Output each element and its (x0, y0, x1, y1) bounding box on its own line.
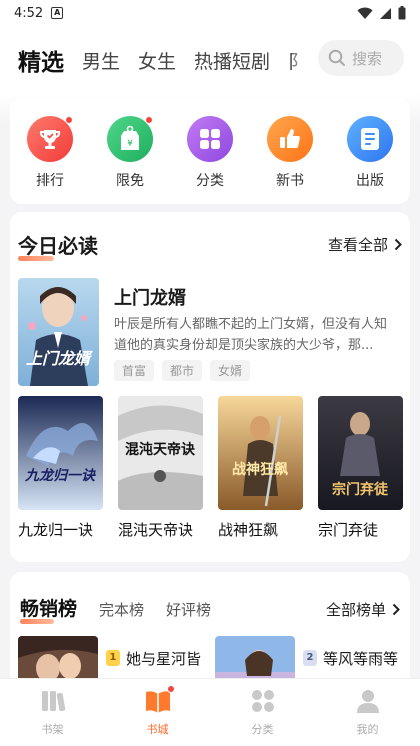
bookshelf-icon (41, 691, 65, 712)
ranking-book-name: 她与星河皆 (126, 650, 202, 668)
nav-label: 书城 (146, 723, 169, 736)
search-placeholder: 搜索 (352, 49, 383, 68)
featured-book-description: 叶辰是所有人都瞧不起的上门女婿，但没有人知道他的真实身份却是顶尖家族的大少爷，那… (114, 317, 388, 353)
quick-icon-bg (267, 116, 313, 162)
tab-bestseller[interactable]: 畅销榜 (20, 594, 77, 624)
quick-label: 排行 (36, 173, 64, 189)
book-name: 九龙归一诀 (18, 521, 94, 539)
book-name: 宗门弃徒 (318, 521, 379, 539)
tab-short-drama[interactable]: 热播短剧 (194, 47, 270, 74)
view-all-label: 查看全部 (327, 236, 388, 254)
bottom-navigation: 书架 书城 分类 我的 (0, 678, 420, 746)
book-name: 战神狂飙 (218, 521, 279, 539)
quick-entry-card: 排行 ¥ 限免 分类 新书 出版 (10, 98, 410, 204)
tab-male[interactable]: 男生 (82, 47, 120, 74)
rank-badge: 2 (303, 650, 317, 666)
notification-icon: A (51, 7, 64, 19)
quick-label: 分类 (196, 173, 224, 189)
recommended-books-row: 九龙归一诀 九龙归一诀 混沌天帝诀 混沌天帝诀 战神狂飙 战神狂飙 宗门弃徒 宗… (18, 396, 403, 540)
quick-entry-category[interactable]: 分类 (179, 116, 241, 190)
chevron-right-icon (392, 603, 400, 616)
profile-icon (356, 690, 379, 713)
ranking-tabs: 畅销榜 完本榜 好评榜 全部榜单 (20, 594, 400, 624)
view-all-link[interactable]: 查看全部 (328, 234, 402, 255)
ranking-book-name: 等风等雨等 (323, 650, 399, 668)
channel-tabs: 精选 男生 女生 热播短剧 阝 (18, 43, 313, 77)
book-cover-title: 战神狂飙 (232, 461, 288, 478)
tabs-fade (292, 26, 314, 94)
quick-icon-bg (347, 116, 393, 162)
quick-label: 限免 (116, 173, 144, 189)
book-tag[interactable]: 女婿 (210, 360, 251, 381)
wifi-icon (357, 7, 373, 19)
search-icon (328, 49, 345, 66)
battery-icon (398, 6, 406, 20)
trophy-icon (39, 130, 61, 149)
book-name: 混沌天帝诀 (118, 521, 194, 539)
rank-badge: 1 (106, 650, 120, 666)
tab-female[interactable]: 女生 (138, 47, 176, 74)
book-item[interactable]: 混沌天帝诀 混沌天帝诀 (118, 396, 203, 540)
book-tag[interactable]: 首富 (114, 360, 155, 381)
nav-bookshelf[interactable]: 书架 (0, 679, 105, 746)
thumbs-up-icon (280, 128, 300, 149)
book-cover-title: 宗门弃徒 (332, 481, 389, 498)
quick-label: 新书 (276, 173, 304, 189)
quick-icon-bg: ¥ (107, 116, 153, 162)
book-cover-title: 混沌天帝诀 (125, 441, 196, 458)
all-rankings-link[interactable]: 全部榜单 (326, 599, 400, 620)
quick-label: 出版 (356, 173, 384, 189)
all-rankings-label: 全部榜单 (325, 601, 386, 619)
book-item[interactable]: 战神狂飙 战神狂飙 (218, 396, 303, 540)
nav-bookstore[interactable]: 书城 (105, 679, 210, 746)
badge-dot (65, 116, 73, 124)
top-navigation: 精选 男生 女生 热播短剧 阝 搜索 (0, 26, 420, 94)
tab-top-rated[interactable]: 好评榜 (166, 599, 211, 620)
badge-dot (166, 685, 175, 693)
price-tag-icon: ¥ (121, 125, 139, 150)
featured-cover-title: 上门龙婿 (26, 349, 93, 368)
quick-entry-new-book[interactable]: 新书 (259, 116, 321, 190)
book-item[interactable]: 宗门弃徒 宗门弃徒 (318, 396, 403, 540)
book-item[interactable]: 九龙归一诀 九龙归一诀 (18, 396, 103, 540)
book-icon (361, 128, 379, 150)
quick-entry-ranking[interactable]: 排行 (19, 116, 81, 190)
bookstore-icon (144, 685, 175, 715)
book-cover: 混沌天帝诀 (118, 396, 203, 510)
tab-completed[interactable]: 完本榜 (99, 599, 144, 620)
quick-icon-bg (27, 116, 73, 162)
nav-label: 我的 (356, 723, 379, 736)
nav-category[interactable]: 分类 (210, 679, 315, 746)
quick-entry-publish[interactable]: 出版 (339, 116, 401, 190)
nav-profile[interactable]: 我的 (315, 679, 420, 746)
quick-icon-bg (187, 116, 233, 162)
book-cover: 宗门弃徒 (318, 396, 403, 510)
nav-label: 分类 (251, 723, 274, 736)
status-bar: 4:52 A (0, 0, 420, 26)
section-title: 今日必读 (18, 230, 98, 261)
category-icon (251, 690, 274, 712)
signal-icon (380, 7, 391, 19)
featured-book-tags: 首富 都市 女婿 (114, 360, 251, 381)
book-cover: 九龙归一诀 (18, 396, 103, 510)
book-tag[interactable]: 都市 (162, 360, 203, 381)
search-box[interactable]: 搜索 (318, 40, 404, 76)
status-time: 4:52 (14, 5, 44, 21)
today-must-read-card: 今日必读 查看全部 上门龙婿 上门龙婿 叶辰是所有人都瞧不起的上门女婿，但没有人… (10, 212, 410, 562)
grid-icon (200, 129, 220, 149)
tab-featured[interactable]: 精选 (18, 43, 64, 77)
badge-dot (145, 116, 153, 124)
book-cover-title: 九龙归一诀 (24, 467, 96, 484)
featured-book-cover[interactable]: 上门龙婿 (18, 278, 99, 386)
book-cover: 战神狂飙 (218, 396, 303, 510)
section-header: 今日必读 查看全部 (18, 230, 402, 261)
svg-text:¥: ¥ (127, 139, 133, 149)
quick-entry-free[interactable]: ¥ 限免 (99, 116, 161, 190)
nav-label: 书架 (41, 723, 64, 736)
chevron-right-icon (394, 238, 402, 251)
featured-book-title[interactable]: 上门龙婿 (114, 284, 186, 310)
